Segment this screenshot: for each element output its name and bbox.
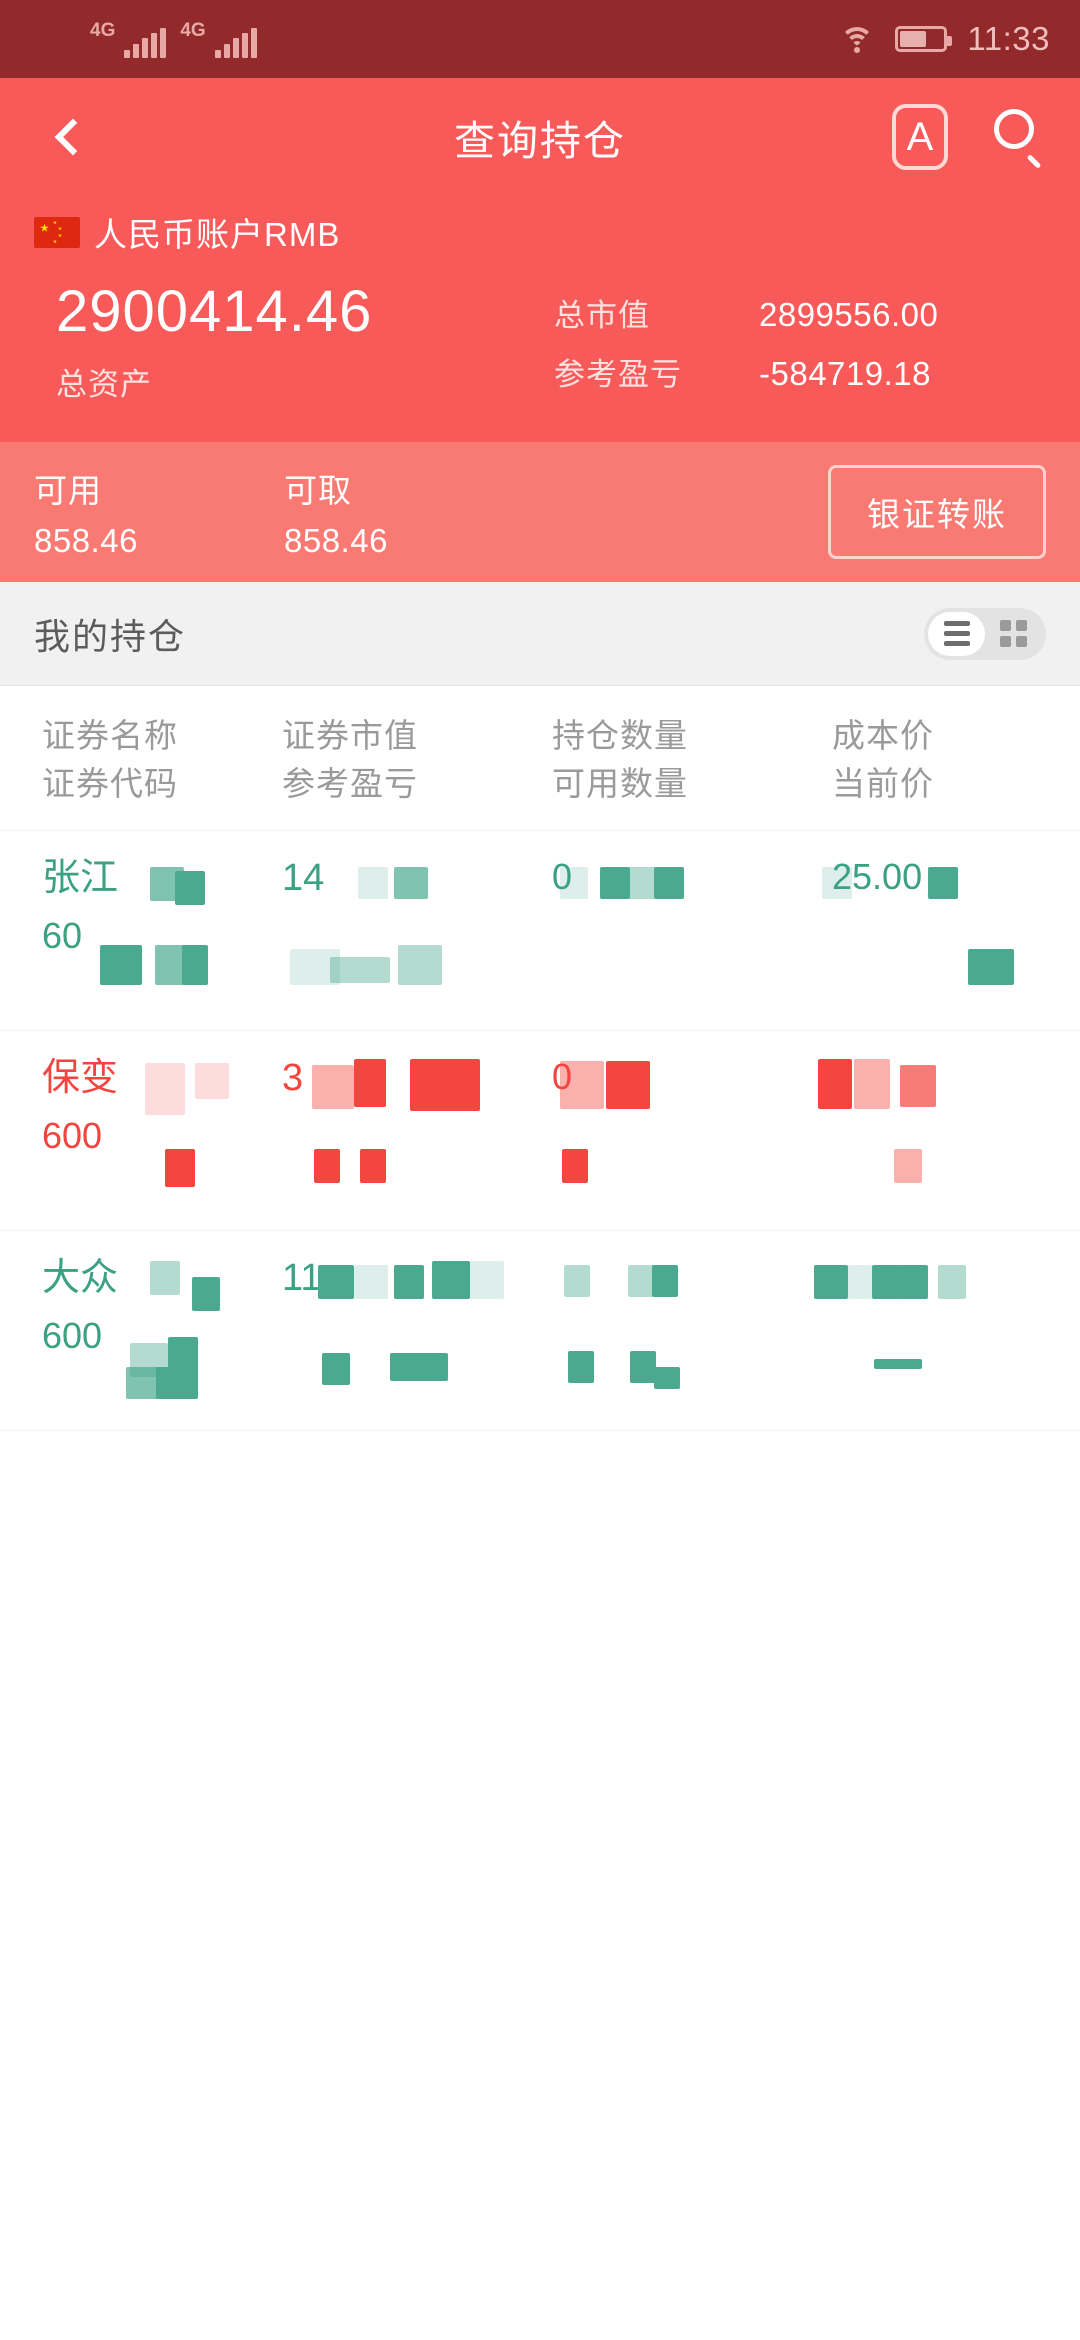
funds-bar: 可用 858.46 可取 858.46 银证转账 (0, 442, 1080, 582)
column-header-line1: 证券名称 (42, 717, 178, 754)
column-header-line2: 当前价 (832, 764, 934, 802)
withdrawable-funds-block: 可取 858.46 (284, 464, 534, 560)
column-header-security: 证券名称 证券代码 (0, 712, 270, 808)
grid-view-icon (1000, 620, 1027, 647)
column-header-line1: 成本价 (832, 717, 934, 754)
table-row[interactable]: 张江 60 14 0 25.00 (0, 829, 1080, 1030)
network-type-label-2: 4G (180, 19, 206, 41)
column-header-line2: 证券代码 (42, 764, 178, 802)
column-header-line2: 可用数量 (552, 764, 688, 802)
available-funds-block: 可用 858.46 (34, 464, 284, 560)
network-type-label-1: 4G (90, 19, 116, 41)
cell-market-value: 14 (270, 849, 540, 1008)
holdings-table-header: 证券名称 证券代码 证券市值 参考盈亏 持仓数量 可用数量 成本价 当前价 (0, 686, 1080, 830)
signal-bars-icon-1 (124, 27, 167, 58)
total-assets-label: 总资产 (56, 367, 152, 403)
clock-time: 11:33 (967, 20, 1050, 57)
navigation-bar: 查询持仓 A (0, 78, 1080, 196)
signal-indicator-2: 4G (180, 19, 257, 58)
status-bar: 4G 4G 11:33 (0, 0, 1080, 78)
status-bar-right: 11:33 (839, 20, 1050, 58)
status-bar-left: 4G 4G (90, 21, 257, 58)
total-assets-block: 2900414.46 总资产 (34, 278, 554, 404)
account-summary: 人民币账户RMB 2900414.46 总资产 总市值 2899556.00 参… (0, 196, 1080, 442)
cell-market-value: 11 (270, 1249, 540, 1408)
letter-a-icon[interactable]: A (892, 104, 948, 170)
cell-security: 保变 600 (0, 1049, 270, 1208)
column-header-line1: 证券市值 (282, 717, 418, 754)
cell-quantity: 0 (540, 1049, 810, 1208)
search-icon[interactable] (990, 109, 1046, 169)
account-metrics-block: 总市值 2899556.00 参考盈亏 -584719.18 (554, 278, 1046, 408)
battery-icon (895, 26, 953, 52)
bank-transfer-button[interactable]: 银证转账 (828, 465, 1046, 559)
holdings-section-header: 我的持仓 (0, 582, 1080, 686)
column-header-quantity: 持仓数量 可用数量 (540, 712, 810, 808)
holdings-title: 我的持仓 (34, 615, 187, 657)
withdrawable-funds-label: 可取 (284, 472, 352, 509)
cell-security: 张江 60 (0, 849, 270, 1008)
table-row[interactable]: 保变 600 3 0 (0, 1029, 1080, 1230)
column-header-price: 成本价 当前价 (810, 712, 1080, 808)
cell-quantity: 0 (540, 849, 810, 1008)
signal-bars-icon-2 (214, 27, 257, 58)
total-assets-value: 2900414.46 (56, 279, 373, 344)
account-name-label: 人民币账户RMB (94, 216, 341, 253)
profit-loss-amount: -584719.18 (759, 355, 931, 392)
holdings-list-end-divider (0, 1429, 1080, 1431)
market-value-label: 总市值 (554, 298, 650, 333)
market-value-row: 总市值 2899556.00 (554, 290, 1046, 335)
market-value-amount: 2899556.00 (759, 296, 939, 333)
security-code: 600 (42, 1114, 103, 1156)
app-header: 查询持仓 A 人民币账户RMB 2900414.46 总资产 总市值 28995… (0, 78, 1080, 582)
column-header-market-value: 证券市值 参考盈亏 (270, 712, 540, 808)
cell-price (810, 1049, 1080, 1208)
profit-loss-label: 参考盈亏 (554, 357, 682, 392)
cell-price: 25.00 (810, 849, 1080, 1008)
list-view-icon (943, 621, 970, 646)
available-funds-label: 可用 (34, 472, 102, 509)
withdrawable-funds-value: 858.46 (284, 522, 388, 559)
china-flag-icon (34, 216, 80, 248)
table-row[interactable]: 大众 600 11 (0, 1229, 1080, 1430)
list-view-button[interactable] (928, 611, 985, 656)
back-chevron-icon (54, 118, 92, 156)
cell-security: 大众 600 (0, 1249, 270, 1408)
wifi-icon (839, 25, 875, 53)
profit-loss-row: 参考盈亏 -584719.18 (554, 349, 1046, 394)
navigation-actions: A (892, 104, 1046, 170)
available-funds-value: 858.46 (34, 522, 138, 559)
account-figures: 2900414.46 总资产 总市值 2899556.00 参考盈亏 -5847… (34, 278, 1046, 408)
back-button[interactable] (34, 102, 104, 172)
column-header-line1: 持仓数量 (552, 717, 688, 754)
cell-market-value: 3 (270, 1049, 540, 1208)
signal-indicator-1: 4G (90, 19, 167, 58)
column-header-line2: 参考盈亏 (282, 764, 418, 802)
cell-price (810, 1249, 1080, 1408)
cell-quantity (540, 1249, 810, 1408)
view-mode-toggle[interactable] (924, 607, 1046, 660)
grid-view-button[interactable] (985, 612, 1042, 656)
account-name-row[interactable]: 人民币账户RMB (34, 208, 1046, 256)
